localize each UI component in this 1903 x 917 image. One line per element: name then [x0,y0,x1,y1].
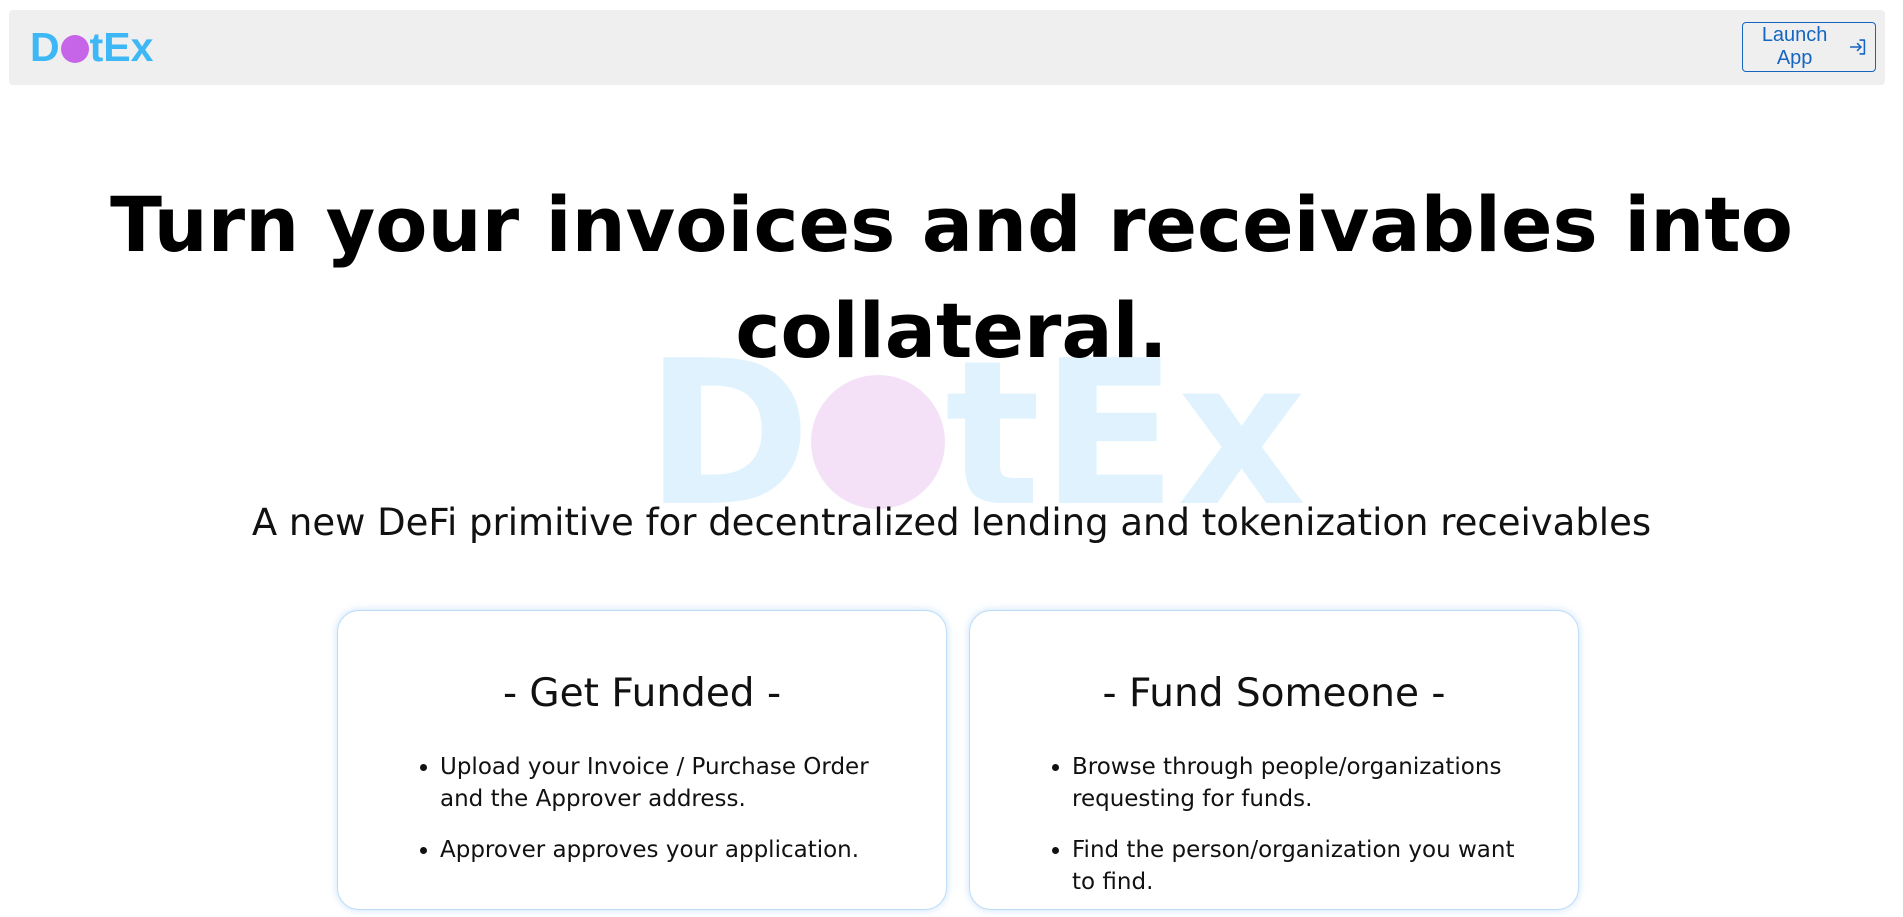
list-item: Upload your Invoice / Purchase Order and… [440,751,906,815]
logo-text-suffix: tEx [89,24,154,70]
fund-someone-card: - Fund Someone - Browse through people/o… [969,610,1579,910]
launch-app-button[interactable]: Launch App [1742,22,1876,72]
sign-in-icon [1850,39,1866,55]
dotex-logo[interactable]: DtEx [30,24,153,70]
fund-someone-title: - Fund Someone - [1102,671,1446,716]
logo-text-prefix: D [30,24,60,70]
list-item: Approver approves your application. [440,834,906,866]
list-item: Browse through people/organizations requ… [1072,751,1538,815]
logo-dot-icon [60,35,89,63]
list-item: Find the person/organization you want to… [1072,834,1538,898]
watermark-dot-icon [811,375,946,509]
launch-app-label: Launch App [1761,24,1828,69]
get-funded-title: - Get Funded - [502,671,782,716]
fund-someone-steps: Browse through people/organizations requ… [1048,751,1538,917]
hero-title: Turn your invoices and receivables into … [110,180,1793,375]
hero-subtitle: A new DeFi primitive for decentralized l… [251,501,1652,544]
get-funded-steps: Upload your Invoice / Purchase Order and… [416,751,906,885]
get-funded-card: - Get Funded - Upload your Invoice / Pur… [337,610,947,910]
top-navbar: DtEx Launch App [9,10,1885,85]
